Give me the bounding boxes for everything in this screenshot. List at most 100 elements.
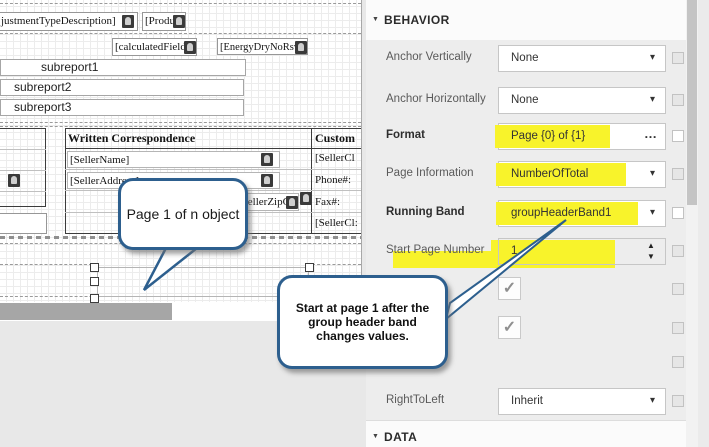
section-title: DATA <box>384 430 417 444</box>
checkmark-icon: ✓ <box>503 319 516 336</box>
field-seller-name[interactable]: [SellerName] <box>67 151 280 168</box>
running-band-dropdown[interactable]: groupHeaderBand1 ▾ <box>498 200 666 227</box>
smart-tag-icon[interactable] <box>300 192 312 205</box>
table-cell: [SellerCl: <box>315 217 358 229</box>
selection-handle[interactable] <box>90 294 99 303</box>
scrollbar-thumb[interactable] <box>687 0 697 205</box>
anchor-horizontally-dropdown[interactable]: None ▾ <box>498 87 666 114</box>
smart-tag-icon[interactable] <box>184 41 196 54</box>
property-row-format: Format Page {0} of {1} … <box>366 123 686 150</box>
spinner-up-icon[interactable]: ▲ <box>645 241 657 251</box>
subreport1[interactable]: subreport1 <box>0 59 246 76</box>
table-cell: [SellerCl <box>315 152 355 164</box>
property-marker-checkbox[interactable] <box>672 395 684 407</box>
property-label: Page Information <box>386 167 474 179</box>
dropdown-value: groupHeaderBand1 <box>511 207 611 219</box>
field-adjustment-type[interactable]: justmentTypeDescription] <box>0 12 138 31</box>
property-marker-checkbox[interactable] <box>672 52 684 64</box>
callout-start-page: Start at page 1 after the group header b… <box>277 275 448 369</box>
property-row-start-page-number: Start Page Number 1 ▲ ▼ <box>366 238 686 265</box>
callout-text: Start at page 1 after the group header b… <box>292 301 433 343</box>
right-margin <box>698 0 709 447</box>
page-information-dropdown[interactable]: NumberOfTotal ▾ <box>498 161 666 188</box>
field-label: [calculatedField <box>115 41 186 53</box>
property-checkbox[interactable]: ✓ <box>498 316 521 339</box>
spinner-down-icon[interactable]: ▼ <box>645 252 657 262</box>
property-marker-checkbox[interactable] <box>672 207 684 219</box>
subreport-label: subreport1 <box>41 60 98 74</box>
selection-handle[interactable] <box>90 277 99 286</box>
dropdown-value: NumberOfTotal <box>511 168 588 180</box>
dropdown-value: None <box>511 52 539 64</box>
smart-tag-icon[interactable] <box>122 15 134 28</box>
field-value: Page {0} of {1} <box>511 130 585 142</box>
field-product[interactable]: [Produc <box>142 12 186 31</box>
left-table-fragment[interactable] <box>0 128 46 207</box>
field-calculated[interactable]: [calculatedField <box>112 38 197 56</box>
subreport2[interactable]: subreport2 <box>0 79 244 96</box>
table-cell: Fax#: <box>315 196 340 208</box>
properties-panel: ▼ BEHAVIOR Anchor Vertically None ▾ Anch… <box>366 0 686 447</box>
panel-scrollbar[interactable] <box>686 0 698 447</box>
band-separator[interactable] <box>0 122 361 123</box>
band-separator[interactable] <box>0 33 361 34</box>
smart-tag-icon[interactable] <box>295 41 307 54</box>
smart-tag-icon[interactable] <box>261 174 273 187</box>
section-header-data[interactable]: ▼ DATA <box>366 420 686 447</box>
property-row-running-band: Running Band groupHeaderBand1 ▾ <box>366 200 686 227</box>
dropdown-value: None <box>511 94 539 106</box>
property-marker-checkbox[interactable] <box>672 130 684 142</box>
property-checkbox[interactable]: ✓ <box>498 277 521 300</box>
start-page-number-spinner[interactable]: 1 ▲ ▼ <box>498 238 666 265</box>
collapse-arrow-icon: ▼ <box>372 16 379 23</box>
band-separator[interactable] <box>0 3 361 4</box>
property-marker-checkbox[interactable] <box>672 168 684 180</box>
section-title: BEHAVIOR <box>384 13 450 27</box>
field-energy[interactable]: [EnergyDryNoRsv] <box>217 38 308 55</box>
field-label: [SellerName] <box>70 154 129 166</box>
section-header-behavior[interactable]: ▼ BEHAVIOR <box>366 0 686 40</box>
righttoleft-dropdown[interactable]: Inherit ▾ <box>498 388 666 415</box>
property-marker-checkbox[interactable] <box>672 322 684 334</box>
smart-tag-icon[interactable] <box>261 153 273 166</box>
selection-handle[interactable] <box>90 263 99 272</box>
band-gray-bar <box>0 303 172 320</box>
property-marker-checkbox[interactable] <box>672 356 684 368</box>
chevron-down-icon: ▾ <box>650 94 655 105</box>
subreport-label: subreport3 <box>14 100 71 114</box>
spinner-value: 1 <box>511 245 517 257</box>
chevron-down-icon: ▾ <box>650 52 655 63</box>
left-field-fragment[interactable] <box>0 213 47 234</box>
smart-tag-icon[interactable] <box>173 15 185 28</box>
property-label: Running Band <box>386 206 465 218</box>
chevron-down-icon: ▾ <box>650 395 655 406</box>
band-separator[interactable] <box>312 264 361 265</box>
callout-text: Page 1 of n object <box>127 206 240 222</box>
band-separator[interactable] <box>0 126 361 127</box>
property-row-page-information: Page Information NumberOfTotal ▾ <box>366 161 686 188</box>
field-label: [EnergyDryNoRsv] <box>220 42 303 53</box>
property-label: RightToLeft <box>386 394 444 406</box>
anchor-vertically-dropdown[interactable]: None ▾ <box>498 45 666 72</box>
property-row-righttoleft: RightToLeft Inherit ▾ <box>366 388 686 415</box>
property-label: Format <box>386 129 425 141</box>
property-marker-checkbox[interactable] <box>672 245 684 257</box>
property-marker-checkbox[interactable] <box>672 94 684 106</box>
table-header-written-correspondence: Written Correspondence <box>68 131 195 146</box>
smart-tag-icon[interactable] <box>286 196 298 209</box>
property-marker-checkbox[interactable] <box>672 283 684 295</box>
subreport3[interactable]: subreport3 <box>0 99 244 116</box>
table-header-customer: Custom <box>315 131 355 146</box>
chevron-down-icon: ▾ <box>650 207 655 218</box>
chevron-down-icon: ▾ <box>650 168 655 179</box>
format-field[interactable]: Page {0} of {1} … <box>498 123 666 150</box>
ellipsis-button[interactable]: … <box>644 126 657 141</box>
selection-handle[interactable] <box>305 263 314 272</box>
band-separator[interactable] <box>0 264 92 265</box>
property-label: Anchor Vertically <box>386 51 472 63</box>
property-label: Anchor Horizontally <box>386 93 486 105</box>
smart-tag-icon[interactable] <box>8 174 20 187</box>
property-row-anchor-horizontally: Anchor Horizontally None ▾ <box>366 87 686 114</box>
callout-page-info: Page 1 of n object <box>118 178 248 250</box>
checkmark-icon: ✓ <box>503 280 516 297</box>
